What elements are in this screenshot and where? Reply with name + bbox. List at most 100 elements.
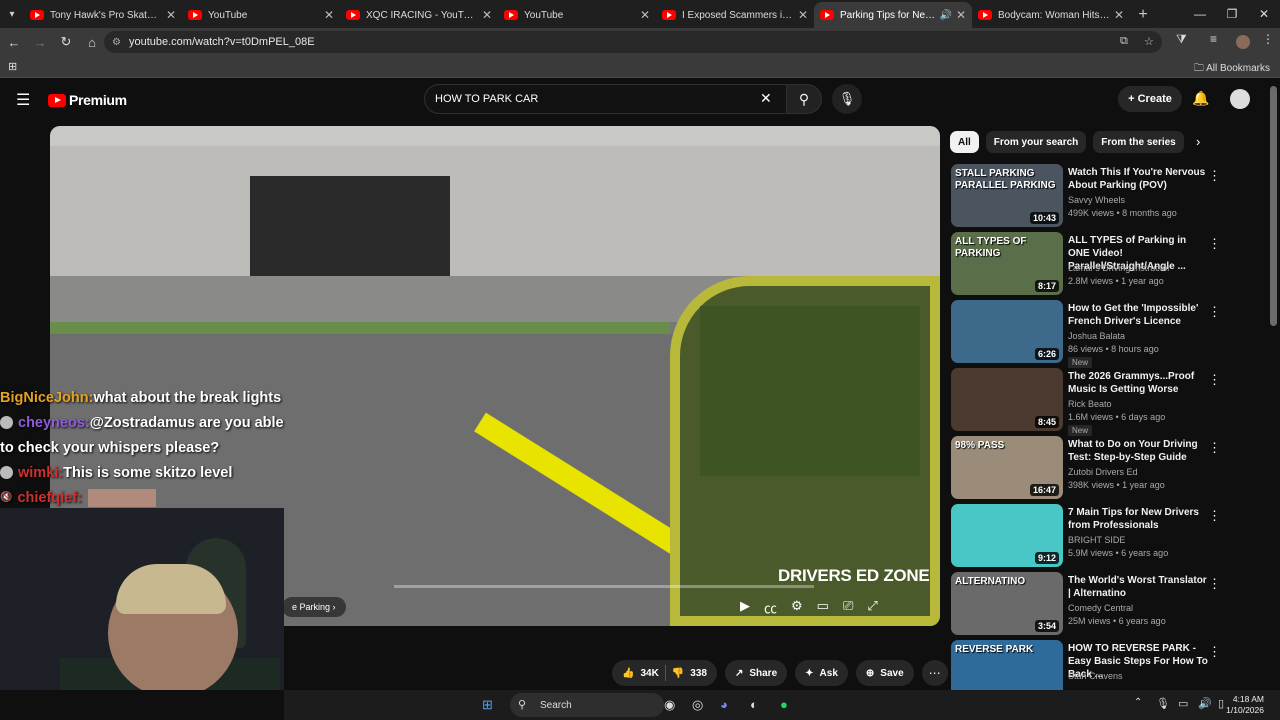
video-thumbnail[interactable]: 9:12 [951,504,1063,567]
back-icon[interactable]: ← [2,30,26,54]
browser-tab[interactable]: Bodycam: Woman Hits Officer ✕ [972,2,1130,28]
page-scrollbar[interactable] [1270,86,1277,326]
filter-chip[interactable]: From the series [1093,131,1184,153]
audio-playing-icon[interactable]: 🔊 [939,10,951,21]
video-options-icon[interactable]: ⋮ [1208,372,1221,388]
taskbar-search[interactable]: Search [510,693,664,717]
video-title[interactable]: Watch This If You're Nervous About Parki… [1068,166,1208,192]
filter-chip[interactable]: From your search [985,131,1087,153]
profile-avatar[interactable] [1236,35,1250,49]
notifications-icon[interactable]: 🔔 [1192,90,1209,107]
tab-search-icon[interactable]: ▾ [0,0,24,28]
video-title[interactable]: How to Get the 'Impossible' French Drive… [1068,302,1208,328]
chapter-button[interactable]: e Parking › [282,597,346,617]
autoplay-toggle-icon[interactable]: ▶ [740,598,750,617]
close-tab-icon[interactable]: ✕ [482,8,492,22]
search-input[interactable]: HOW TO PARK CAR [424,84,786,114]
video-title[interactable]: The 2026 Grammys...Proof Music Is Gettin… [1068,370,1208,396]
video-options-icon[interactable]: ⋮ [1208,168,1221,184]
cast-icon[interactable]: ⎚ [843,598,853,617]
mic-tray-icon[interactable]: 🎙 [1156,697,1170,710]
system-clock[interactable]: 4:18 AM 1/10/2026 [1226,694,1264,716]
channel-name[interactable]: Joshua Balata [1068,331,1125,341]
youtube-logo[interactable]: Premium [48,92,127,108]
create-button[interactable]: + Create [1118,86,1182,112]
close-tab-icon[interactable]: ✕ [640,8,650,22]
channel-name[interactable]: Zutobi Drivers Ed [1068,467,1138,477]
video-options-icon[interactable]: ⋮ [1208,508,1221,524]
battery-icon[interactable]: ▯ [1218,697,1224,710]
chrome-icon[interactable]: ◉ [664,697,675,713]
tray-overflow-icon[interactable]: ⌃ [1134,697,1142,708]
browser-menu-icon[interactable]: ⋮ [1262,32,1274,46]
close-tab-icon[interactable]: ✕ [956,8,966,22]
close-tab-icon[interactable]: ✕ [1114,8,1124,22]
recommended-video[interactable]: 6:26 How to Get the 'Impossible' French D… [950,300,1226,368]
close-tab-icon[interactable]: ✕ [798,8,808,22]
settings-gear-icon[interactable]: ⚙ [791,598,803,617]
video-title[interactable]: The World's Worst Translator | Alternati… [1068,574,1208,600]
video-options-icon[interactable]: ⋮ [1208,576,1221,592]
close-tab-icon[interactable]: ✕ [324,8,334,22]
recommended-video[interactable]: 9:12 7 Main Tips for New Drivers from Pro… [950,504,1226,572]
miniplayer-icon[interactable]: ▭ [817,598,829,617]
share-button[interactable]: ↗ Share [724,660,788,686]
chat-username[interactable]: BigNiceJohn: [0,387,93,409]
chat-username[interactable]: cheyneos: [18,412,90,434]
recommended-video[interactable]: 8:45 The 2026 Grammys...Proof Music Is Ge… [950,368,1226,436]
video-thumbnail[interactable]: 6:26 [951,300,1063,363]
channel-name[interactable]: Stan Cravens [1068,671,1123,681]
apps-grid-icon[interactable]: ⊞ [8,60,17,73]
browser-tab[interactable]: Parking Tips for New Drivers🔊 ✕ [814,2,972,28]
close-window-icon[interactable]: ✕ [1248,0,1280,28]
like-dislike-button[interactable]: 👍 34K 👎 338 [612,660,717,686]
reload-icon[interactable]: ↻ [54,30,78,54]
video-options-icon[interactable]: ⋮ [1208,236,1221,252]
bookmark-star-icon[interactable]: ☆ [1144,35,1154,48]
fullscreen-icon[interactable]: ⤢ [867,598,877,617]
home-icon[interactable]: ⌂ [80,30,104,54]
more-actions-icon[interactable]: ⋯ [921,660,948,686]
video-thumbnail[interactable]: ALL TYPES OF PARKING 8:17 [951,232,1063,295]
new-tab-button[interactable]: + [1130,2,1156,28]
url-field[interactable]: ⚙ youtube.com/watch?v=t0DmPEL_08E ⧉ ☆ [104,31,1162,53]
close-tab-icon[interactable]: ✕ [166,8,176,22]
extensions-icon[interactable]: ⧩ [1176,32,1187,47]
video-options-icon[interactable]: ⋮ [1208,440,1221,456]
menu-icon[interactable]: ☰ [16,90,30,110]
recommended-video[interactable]: 98% PASS 16:47 What to Do on Your Driving … [950,436,1226,504]
captions-icon[interactable]: ㏄ [764,598,777,617]
steam-icon[interactable]: ◐ [750,697,758,712]
forward-icon[interactable]: → [28,30,52,54]
browser-tab[interactable]: Tony Hawk's Pro Skater 3 - Rod ✕ [24,2,182,28]
recommended-video[interactable]: ALTERNATINO 3:54 The World's Worst Transla… [950,572,1226,640]
network-icon[interactable]: ▭ [1178,697,1188,710]
browser-tab[interactable]: I Exposed Scammers in Tokyo! ✕ [656,2,814,28]
account-avatar[interactable] [1230,89,1250,109]
ask-button[interactable]: ✦ Ask [795,660,848,686]
volume-icon[interactable]: 🔊 [1198,697,1212,710]
media-icon[interactable]: ≡ [1210,32,1217,46]
search-button[interactable]: ⚲ [786,84,822,114]
recommended-video[interactable]: STALL PARKING PARALLEL PARKING 10:43 Watch… [950,164,1226,232]
channel-name[interactable]: Savvy Wheels [1068,195,1125,205]
all-bookmarks-button[interactable]: 🗀 All Bookmarks [1194,61,1270,78]
save-button[interactable]: ⊕ Save [855,660,914,686]
restore-icon[interactable]: ❐ [1216,0,1248,28]
channel-name[interactable]: Lamar's Driving Instructor [1068,263,1170,273]
spotify-icon[interactable]: ● [780,697,788,712]
browser-tab[interactable]: YouTube ✕ [498,2,656,28]
chevron-right-icon[interactable]: › [1196,134,1200,149]
site-info-icon[interactable]: ⚙ [112,37,121,48]
chat-username[interactable]: wimki: [18,462,63,484]
video-options-icon[interactable]: ⋮ [1208,644,1221,660]
channel-name[interactable]: Comedy Central [1068,603,1133,613]
windows-start-icon[interactable]: ⊞ [482,697,493,713]
app-icon[interactable]: ◎ [692,697,703,713]
minimize-icon[interactable]: — [1184,0,1216,28]
video-options-icon[interactable]: ⋮ [1208,304,1221,320]
install-icon[interactable]: ⧉ [1120,35,1128,48]
video-thumbnail[interactable]: 8:45 [951,368,1063,431]
voice-search-button[interactable]: 🎙 [832,84,862,114]
video-thumbnail[interactable]: ALTERNATINO 3:54 [951,572,1063,635]
